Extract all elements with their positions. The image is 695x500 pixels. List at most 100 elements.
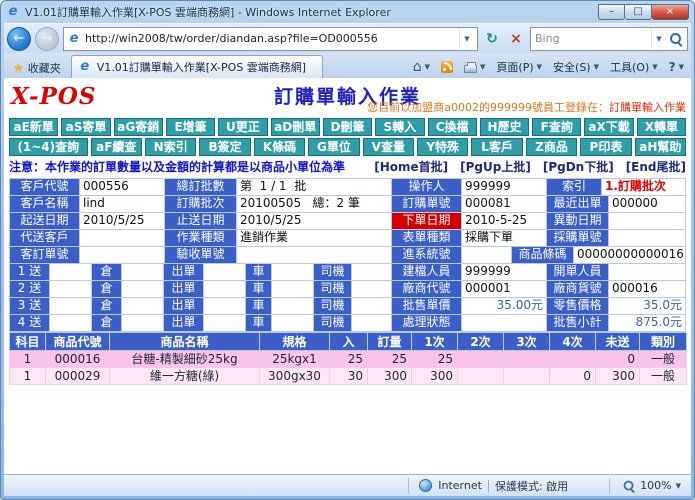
field-value[interactable]: [80, 230, 165, 247]
toolbar-button[interactable]: E增筆: [166, 118, 215, 136]
field-value[interactable]: [204, 264, 246, 281]
field-value[interactable]: [50, 264, 92, 281]
maximize-button[interactable]: □: [625, 4, 652, 20]
toolbar-button[interactable]: aD刪單: [271, 118, 320, 136]
toolbar-button[interactable]: X轉單: [637, 118, 686, 136]
field-value[interactable]: 2010-5-25: [462, 213, 547, 230]
field-value[interactable]: 999999: [462, 179, 547, 196]
field-value[interactable]: [609, 264, 686, 281]
minimize-button[interactable]: –: [598, 4, 625, 20]
field-value[interactable]: [272, 264, 314, 281]
field-value[interactable]: [237, 247, 392, 264]
toolbar-button[interactable]: aF續查: [91, 138, 142, 156]
field-value[interactable]: 000016: [609, 281, 686, 298]
field-value[interactable]: [609, 230, 686, 247]
field-value[interactable]: [352, 264, 392, 281]
toolbar-button[interactable]: H歷史: [480, 118, 529, 136]
toolbar-button[interactable]: aS寄單: [61, 118, 110, 136]
tools-menu[interactable]: 工具(O) ▼: [605, 56, 663, 77]
close-button[interactable]: ×: [652, 4, 689, 20]
field-value[interactable]: [50, 315, 92, 332]
field-value[interactable]: 875.0元: [609, 315, 686, 332]
address-dropdown[interactable]: ▼: [459, 29, 474, 49]
feeds-button[interactable]: [436, 56, 458, 77]
toolbar-button[interactable]: aG寄銷: [114, 118, 163, 136]
field-value[interactable]: 999999: [462, 264, 547, 281]
toolbar-button[interactable]: N索引: [145, 138, 196, 156]
safety-menu[interactable]: 安全(S) ▼: [548, 56, 604, 77]
toolbar-button[interactable]: (1~4)查詢: [9, 138, 88, 156]
refresh-button[interactable]: ↻: [482, 28, 502, 50]
toolbar-button[interactable]: U更正: [218, 118, 267, 136]
field-value[interactable]: 20100505 總：2 筆: [237, 196, 392, 213]
field-value[interactable]: [352, 281, 392, 298]
field-value[interactable]: [50, 298, 92, 315]
field-value[interactable]: [204, 315, 246, 332]
field-value[interactable]: 000556: [80, 179, 165, 196]
zoom-control[interactable]: 100% ▼: [609, 478, 685, 494]
back-button[interactable]: ←: [7, 27, 31, 51]
toolbar-button[interactable]: L客戶: [471, 138, 522, 156]
toolbar-button[interactable]: S轉入: [375, 118, 424, 136]
toolbar-button[interactable]: C換檔: [428, 118, 477, 136]
field-value[interactable]: [204, 281, 246, 298]
field-value[interactable]: [272, 315, 314, 332]
search-box[interactable]: Bing ▼: [530, 27, 688, 51]
toolbar-button[interactable]: K條碼: [254, 138, 305, 156]
item-row[interactable]: 1000029維一方糖(綠)300gx30303003000300一般: [10, 368, 687, 385]
field-value[interactable]: [609, 213, 686, 230]
toolbar-button[interactable]: Z商品: [526, 138, 577, 156]
field-value[interactable]: [122, 281, 164, 298]
toolbar-button[interactable]: D刪筆: [323, 118, 372, 136]
field-value[interactable]: [122, 264, 164, 281]
toolbar-button[interactable]: V查量: [363, 138, 414, 156]
field-label: 倉: [92, 298, 122, 315]
address-bar[interactable]: e http://win2008/tw/order/diandan.asp?fi…: [63, 27, 478, 51]
stop-button[interactable]: ×: [506, 28, 526, 50]
items-column-header: 訂量: [368, 333, 412, 351]
field-value[interactable]: 採購下單: [462, 230, 547, 247]
favorites-button[interactable]: ★ 收藏夾: [6, 57, 68, 78]
page-menu[interactable]: 頁面(P) ▼: [491, 56, 547, 77]
toolbar-button[interactable]: aE新單: [9, 118, 58, 136]
field-value[interactable]: [204, 298, 246, 315]
field-value[interactable]: [352, 298, 392, 315]
field-value[interactable]: 第 1 / 1 批: [237, 179, 392, 196]
field-value[interactable]: 000000: [609, 196, 686, 213]
field-value[interactable]: [80, 247, 165, 264]
item-row[interactable]: 1000016台糖-精製細砂25kg25kgx12525250一般: [10, 351, 687, 368]
field-value[interactable]: [352, 315, 392, 332]
toolbar-button[interactable]: Y特殊: [417, 138, 468, 156]
field-value[interactable]: 進銷作業: [237, 230, 392, 247]
field-value[interactable]: [462, 247, 512, 264]
field-value[interactable]: 000001: [462, 281, 547, 298]
toolbar-button[interactable]: aH幫助: [635, 138, 686, 156]
field-value[interactable]: 000000000000161: [574, 247, 686, 264]
field-value[interactable]: 35.0元: [609, 298, 686, 315]
field-value[interactable]: [272, 281, 314, 298]
ie-icon: e: [6, 5, 20, 19]
toolbar-button[interactable]: F查詢: [532, 118, 581, 136]
field-value[interactable]: lind: [80, 196, 165, 213]
active-tab[interactable]: e V1.01訂購單輸入作業[X-POS 雲端商務網]: [71, 55, 323, 78]
print-button[interactable]: ▼: [459, 56, 490, 77]
toolbar-button[interactable]: aX下載: [584, 118, 633, 136]
field-value[interactable]: [462, 315, 547, 332]
search-dropdown[interactable]: ▼: [651, 29, 666, 49]
forward-button[interactable]: →: [35, 27, 59, 51]
toolbar-button[interactable]: G單位: [308, 138, 359, 156]
field-value[interactable]: [272, 298, 314, 315]
toolbar-button[interactable]: B簽定: [199, 138, 250, 156]
home-button[interactable]: ⌂ ▼: [408, 56, 435, 77]
help-menu[interactable]: ? ▼: [664, 56, 689, 77]
field-value[interactable]: [122, 315, 164, 332]
field-value[interactable]: [122, 298, 164, 315]
toolbar-button[interactable]: P印表: [580, 138, 631, 156]
field-value[interactable]: [50, 281, 92, 298]
field-value[interactable]: 2010/5/25: [80, 213, 165, 230]
page-menu-label: 頁面(P): [496, 59, 533, 75]
field-value[interactable]: 35.00元: [462, 298, 547, 315]
search-icon[interactable]: [669, 32, 683, 46]
field-value[interactable]: 000081: [462, 196, 547, 213]
field-value[interactable]: 2010/5/25: [237, 213, 392, 230]
